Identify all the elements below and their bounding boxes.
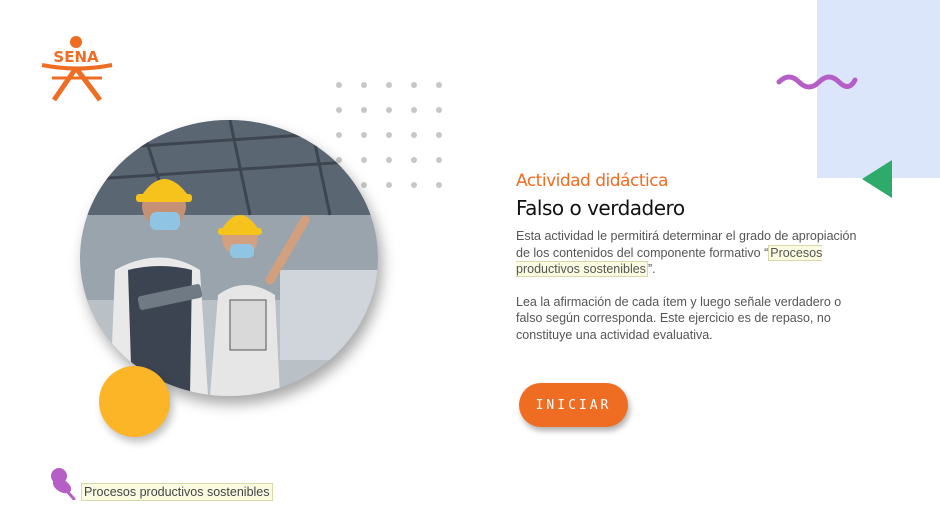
activity-description: Esta actividad le permitirá determinar e…: [516, 228, 861, 278]
workers-photo: [80, 120, 378, 396]
sena-logo: SENA: [41, 36, 113, 102]
description-suffix: ”.: [647, 262, 656, 276]
activity-title: Falso o verdadero: [516, 196, 685, 220]
decorative-triangle: [862, 160, 892, 198]
footer-component-link[interactable]: Procesos productivos sostenibles: [81, 483, 273, 501]
decorative-squiggle: [776, 74, 858, 90]
footer: Procesos productivos sostenibles: [48, 466, 273, 501]
svg-text:SENA: SENA: [53, 48, 99, 66]
activity-panel: Actividad didáctica Falso o verdadero Es…: [516, 170, 861, 343]
activity-instructions: Lea la afirmación de cada ítem y luego s…: [516, 294, 842, 342]
start-button[interactable]: INICIAR: [519, 383, 628, 427]
decorative-yellow-circle: [99, 366, 170, 437]
pushpin-icon: [51, 468, 76, 500]
activity-subtitle: Actividad didáctica: [516, 171, 668, 191]
